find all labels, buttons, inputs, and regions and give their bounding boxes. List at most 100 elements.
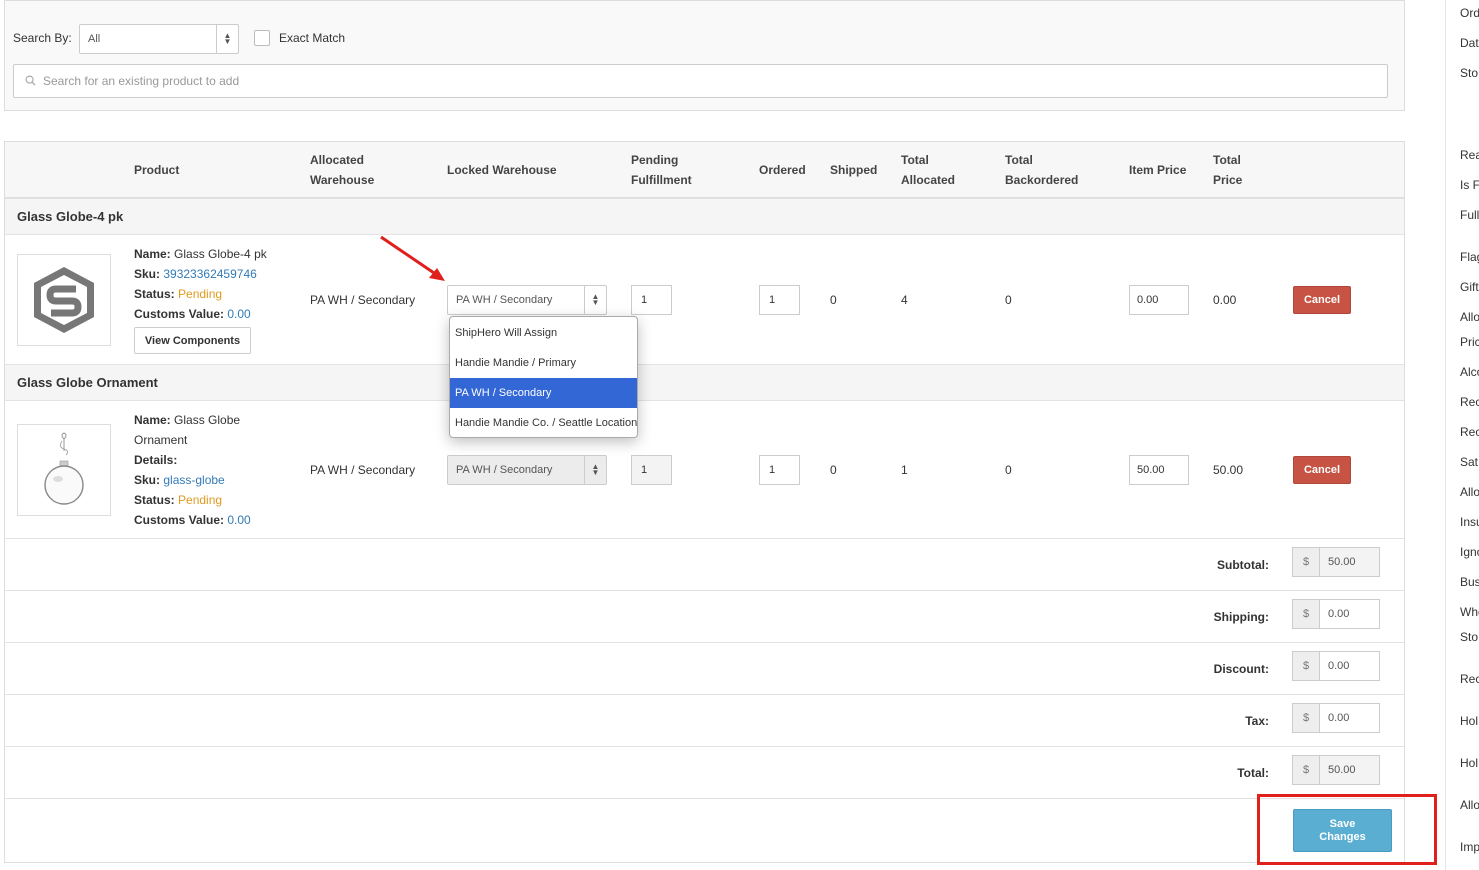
sidebar-divider	[1445, 0, 1446, 870]
tax-input[interactable]: $0.00	[1292, 703, 1380, 733]
allocated-warehouse: PA WH / Secondary	[310, 463, 416, 477]
col-total-allocated: Total Allocated	[901, 153, 956, 187]
total-backordered-value: 0	[1005, 463, 1012, 477]
ordered-input[interactable]: 1	[759, 455, 800, 485]
total-price-value: 50.00	[1213, 463, 1244, 477]
col-product: Product	[134, 163, 180, 177]
product-thumbnail	[17, 424, 111, 516]
dropdown-option[interactable]: Handie Mandie Co. / Seattle Location	[450, 408, 637, 437]
sidebar-label: Ord	[1460, 6, 1479, 20]
pending-fulfillment-input[interactable]: 1	[631, 455, 672, 485]
customs-value: 0.00	[227, 513, 251, 527]
product-search-input[interactable]: Search for an existing product to add	[13, 64, 1388, 98]
col-locked-warehouse: Locked Warehouse	[447, 163, 557, 177]
locked-warehouse-select[interactable]: PA WH / Secondary ▲ ▼	[447, 285, 607, 315]
dropdown-option[interactable]: ShipHero Will Assign	[450, 318, 637, 348]
sidebar-label: Insu	[1460, 515, 1479, 529]
discount-input[interactable]: $0.00	[1292, 651, 1380, 681]
sidebar-label: Rec	[1460, 395, 1479, 409]
row-divider	[5, 642, 1404, 643]
item-group-row: Glass Globe-4 pk	[5, 198, 1404, 235]
sidebar-label: Full	[1460, 208, 1479, 222]
total-allocated-value: 1	[901, 463, 908, 477]
dollar-addon: $	[1293, 600, 1320, 628]
sidebar-label: Pric	[1460, 335, 1479, 349]
shiphero-logo-icon	[34, 267, 94, 333]
col-shipped: Shipped	[830, 163, 878, 177]
item-group-row: Glass Globe Ornament	[5, 364, 1404, 401]
search-by-label: Search By:	[13, 31, 72, 45]
sidebar-label: Sat	[1460, 455, 1479, 469]
select-arrows-icon: ▲ ▼	[584, 456, 606, 484]
sidebar-label: Sto	[1460, 66, 1479, 80]
sidebar-label: Is F	[1460, 178, 1479, 192]
locked-warehouse-dropdown: ShipHero Will Assign Handie Mandie / Pri…	[449, 316, 638, 438]
sidebar-label: Hol	[1460, 756, 1479, 770]
subtotal-field: $50.00	[1292, 547, 1380, 577]
shipped-value: 0	[830, 293, 837, 307]
select-arrows-icon: ▲ ▼	[584, 286, 606, 314]
dollar-addon: $	[1293, 548, 1320, 576]
allocated-warehouse: PA WH / Secondary	[310, 293, 416, 307]
search-icon	[25, 75, 36, 86]
sidebar-label: Flag	[1460, 250, 1479, 264]
sku-link[interactable]: 39323362459746	[163, 267, 256, 281]
locked-warehouse-select[interactable]: PA WH / Secondary ▲ ▼	[447, 455, 607, 485]
sidebar-label: Hol	[1460, 714, 1479, 728]
row-divider	[5, 746, 1404, 747]
cancel-item-button[interactable]: Cancel	[1293, 456, 1351, 484]
row-divider	[5, 798, 1404, 799]
row-divider	[5, 538, 1404, 539]
ordered-input[interactable]: 1	[759, 285, 800, 315]
shipped-value: 0	[830, 463, 837, 477]
sidebar-label: Allo	[1460, 310, 1479, 324]
total-allocated-value: 4	[901, 293, 908, 307]
dollar-addon: $	[1293, 704, 1320, 732]
col-total-price: Total Price	[1213, 153, 1243, 187]
item-price-input[interactable]: 0.00	[1129, 285, 1189, 315]
sidebar-label: Igno	[1460, 545, 1479, 559]
shipping-input[interactable]: $0.00	[1292, 599, 1380, 629]
total-backordered-value: 0	[1005, 293, 1012, 307]
dropdown-option-selected[interactable]: PA WH / Secondary	[450, 378, 637, 408]
pending-fulfillment-input[interactable]: 1	[631, 285, 672, 315]
item-group-title: Glass Globe-4 pk	[17, 209, 124, 224]
dropdown-option[interactable]: Handie Mandie / Primary	[450, 348, 637, 378]
sidebar-label: Alco	[1460, 365, 1479, 379]
product-name: Glass Globe-4 pk	[174, 247, 267, 261]
status-badge: Pending	[178, 287, 223, 301]
row-divider	[5, 590, 1404, 591]
sidebar-label: Gift	[1460, 280, 1479, 294]
col-pending-fulfillment: Pending Fulfillment	[631, 153, 692, 187]
view-components-button[interactable]: View Components	[134, 327, 251, 354]
dollar-addon: $	[1293, 652, 1320, 680]
sidebar-label: Rec	[1460, 672, 1479, 686]
table-header	[5, 142, 1404, 198]
sidebar-label: Imp	[1460, 840, 1479, 854]
col-allocated-warehouse: Allocated Warehouse	[310, 153, 375, 187]
shipping-label: Shipping:	[1213, 610, 1269, 624]
item-group-title: Glass Globe Ornament	[17, 375, 158, 390]
product-info: Name: Glass Globe Ornament Details: Sku:…	[134, 413, 251, 527]
sidebar-label: Sto	[1460, 630, 1479, 644]
col-item-price: Item Price	[1129, 163, 1187, 177]
annotation-arrow-icon	[380, 235, 445, 281]
exact-match-checkbox[interactable]	[254, 30, 270, 46]
sku-link[interactable]: glass-globe	[163, 473, 224, 487]
item-price-input[interactable]: 50.00	[1129, 455, 1189, 485]
discount-label: Discount:	[1213, 662, 1269, 676]
search-by-value: All	[88, 33, 101, 45]
product-info: Name: Glass Globe-4 pk Sku: 393233624597…	[134, 247, 267, 321]
sidebar-label: Allo	[1460, 798, 1479, 812]
search-by-select[interactable]: All ▲ ▼	[79, 24, 239, 54]
search-placeholder: Search for an existing product to add	[43, 74, 240, 88]
cancel-item-button[interactable]: Cancel	[1293, 286, 1351, 314]
select-arrows-icon: ▲ ▼	[216, 25, 238, 53]
annotation-highlight-box	[1257, 794, 1437, 865]
row-divider	[5, 694, 1404, 695]
col-total-backordered: Total Backordered	[1005, 153, 1079, 187]
dollar-addon: $	[1293, 756, 1320, 784]
col-ordered: Ordered	[759, 163, 806, 177]
status-badge: Pending	[178, 493, 223, 507]
sidebar-label: Rea	[1460, 148, 1479, 162]
